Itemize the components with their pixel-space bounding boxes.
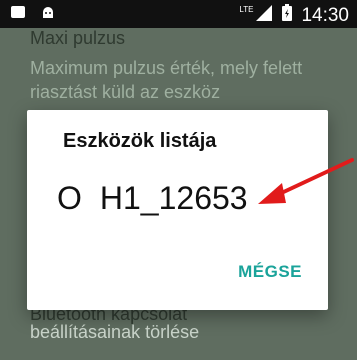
- android-icon: [40, 5, 56, 26]
- status-time: 14:30: [301, 4, 349, 26]
- device-icon: O: [57, 180, 82, 216]
- max-pulse-description: Maximum pulzus érték, mely felett riaszt…: [30, 58, 303, 102]
- device-name: H1_12653: [99, 180, 248, 216]
- cancel-button[interactable]: MÉGSE: [238, 262, 302, 282]
- max-pulse-title: Maxi pulzus: [30, 28, 126, 48]
- network-type-label: LTE: [239, 5, 254, 14]
- bluetooth-reset-description: beállításainak törlése: [30, 322, 200, 342]
- status-bar: LTE 14:30: [0, 0, 357, 28]
- notification-icon: [10, 5, 26, 26]
- device-list-item[interactable]: O H1_12653: [57, 180, 248, 217]
- device-list-dialog: Eszközök listája O H1_12653 MÉGSE: [27, 110, 328, 310]
- signal-icon: [255, 4, 273, 27]
- dialog-title: Eszközök listája: [63, 130, 217, 152]
- battery-icon: [281, 4, 293, 27]
